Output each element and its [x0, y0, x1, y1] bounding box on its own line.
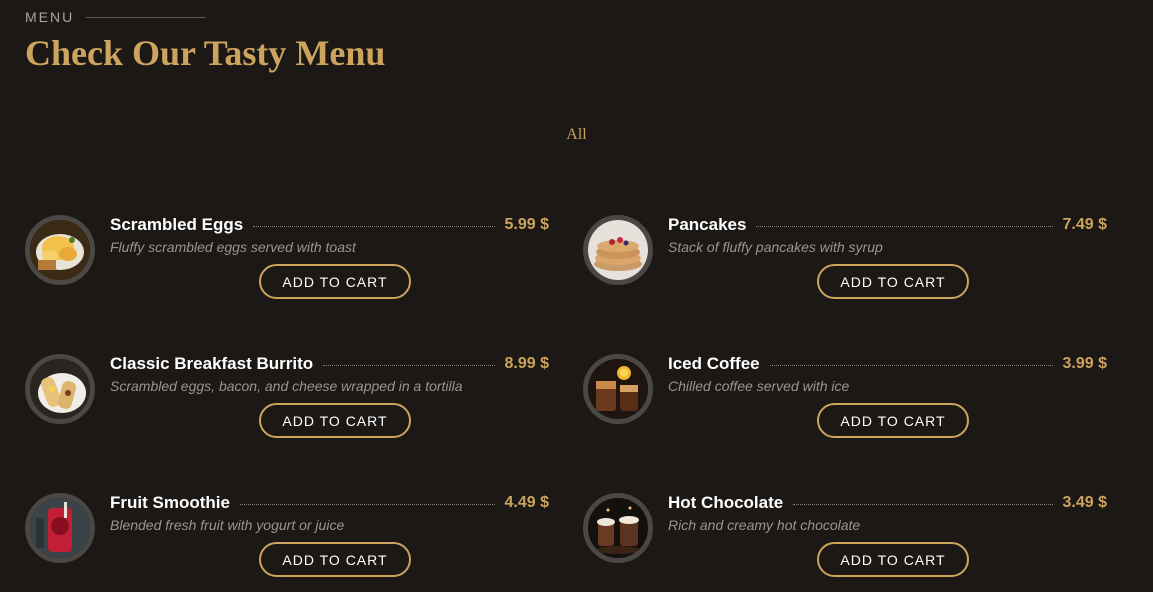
- menu-item-description: Rich and creamy hot chocolate: [668, 517, 861, 533]
- menu-item-hot-chocolate: Hot Chocolate 3.49 $ Rich and creamy hot…: [583, 493, 1107, 592]
- menu-item-header: Scrambled Eggs 5.99 $: [110, 215, 549, 235]
- menu-item-description: Stack of fluffy pancakes with syrup: [668, 239, 883, 255]
- menu-item-name: Hot Chocolate: [668, 493, 784, 512]
- add-to-cart-button[interactable]: ADD TO CART: [817, 542, 969, 577]
- menu-item-header: Iced Coffee 3.99 $: [668, 354, 1107, 374]
- menu-item-name: Classic Breakfast Burrito: [110, 354, 314, 373]
- menu-item-name: Scrambled Eggs: [110, 215, 244, 234]
- menu-item-name: Iced Coffee: [668, 354, 760, 373]
- menu-item-fruit-smoothie: Fruit Smoothie 4.49 $ Blended fresh frui…: [25, 493, 549, 592]
- menu-item-description: Scrambled eggs, bacon, and cheese wrappe…: [110, 378, 463, 394]
- add-to-cart-button[interactable]: ADD TO CART: [259, 542, 411, 577]
- menu-item-header: Fruit Smoothie 4.49 $: [110, 493, 549, 513]
- add-to-cart-button[interactable]: ADD TO CART: [259, 403, 411, 438]
- dotted-leader: [793, 503, 1053, 505]
- hot-chocolate-image: [583, 493, 653, 563]
- section-label: MENU: [25, 9, 207, 25]
- menu-filters: All: [0, 126, 1153, 144]
- dotted-leader: [239, 503, 495, 505]
- menu-item-name: Fruit Smoothie: [110, 493, 230, 512]
- menu-item-price: 4.49 $: [504, 494, 549, 511]
- menu-item-price: 3.99 $: [1062, 355, 1107, 372]
- add-to-cart-button[interactable]: ADD TO CART: [259, 264, 411, 299]
- menu-item-description: Blended fresh fruit with yogurt or juice: [110, 517, 345, 533]
- menu-item-price: 8.99 $: [504, 355, 549, 372]
- section-label-text: MENU: [25, 9, 75, 25]
- menu-item-price: 3.49 $: [1062, 494, 1107, 511]
- dotted-leader: [253, 225, 495, 227]
- section-label-divider: [86, 16, 207, 18]
- dotted-leader: [769, 364, 1053, 366]
- add-to-cart-button[interactable]: ADD TO CART: [817, 264, 969, 299]
- menu-item-price: 5.99 $: [504, 216, 549, 233]
- menu-item-header: Classic Breakfast Burrito 8.99 $: [110, 354, 549, 374]
- menu-item-header: Pancakes 7.49 $: [668, 215, 1107, 235]
- menu-item-breakfast-burrito: Classic Breakfast Burrito 8.99 $ Scrambl…: [25, 354, 549, 454]
- filter-all[interactable]: All: [566, 126, 586, 143]
- menu-item-description: Chilled coffee served with ice: [668, 378, 850, 394]
- pancakes-image: [583, 215, 653, 285]
- menu-item-pancakes: Pancakes 7.49 $ Stack of fluffy pancakes…: [583, 215, 1107, 315]
- dotted-leader: [756, 225, 1053, 227]
- menu-item-name: Pancakes: [668, 215, 747, 234]
- breakfast-burrito-image: [25, 354, 95, 424]
- scrambled-eggs-image: [25, 215, 95, 285]
- fruit-smoothie-image: [25, 493, 95, 563]
- menu-item-price: 7.49 $: [1062, 216, 1107, 233]
- page-title: Check Our Tasty Menu: [25, 33, 386, 73]
- menu-item-iced-coffee: Iced Coffee 3.99 $ Chilled coffee served…: [583, 354, 1107, 454]
- menu-item-description: Fluffy scrambled eggs served with toast: [110, 239, 356, 255]
- dotted-leader: [323, 364, 495, 366]
- iced-coffee-image: [583, 354, 653, 424]
- menu-item-header: Hot Chocolate 3.49 $: [668, 493, 1107, 513]
- add-to-cart-button[interactable]: ADD TO CART: [817, 403, 969, 438]
- menu-item-scrambled-eggs: Scrambled Eggs 5.99 $ Fluffy scrambled e…: [25, 215, 549, 315]
